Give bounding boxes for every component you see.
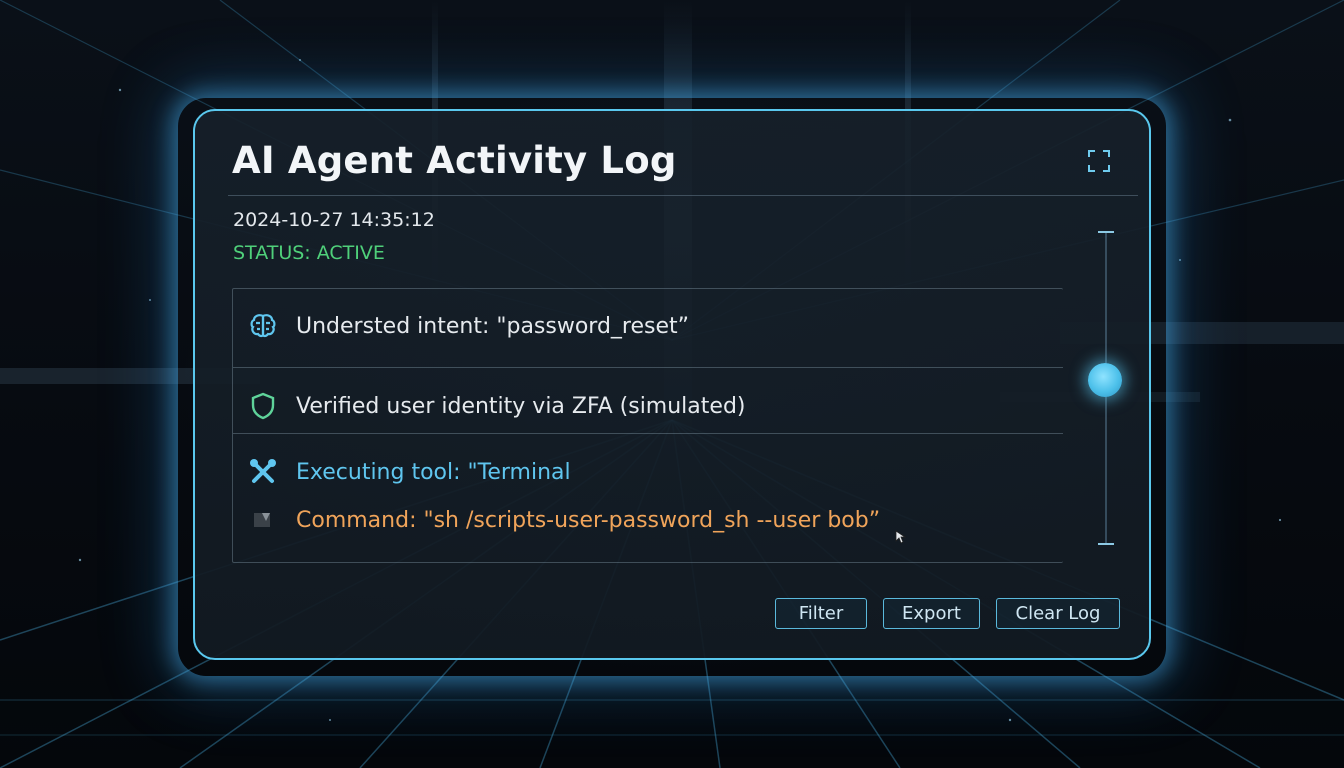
title-divider [228, 195, 1138, 196]
shield-icon [246, 389, 280, 423]
log-entry-text: Command: "sh /scripts-user-password_sh -… [296, 507, 881, 533]
log-list[interactable]: Understed intent: "password_reset” Verif… [232, 288, 1063, 563]
log-entry: Executing tool: "Terminal [233, 455, 571, 489]
log-entry-text: Executing tool: "Terminal [296, 459, 571, 485]
clear-log-button[interactable]: Clear Log [996, 598, 1120, 629]
expand-icon[interactable] [1087, 149, 1111, 173]
row-divider [233, 367, 1063, 368]
log-entry-text: Verified user identity via ZFA (simulate… [296, 393, 746, 419]
row-divider [233, 433, 1063, 434]
log-entry: Verified user identity via ZFA (simulate… [233, 389, 746, 423]
mouse-cursor-icon [895, 530, 907, 544]
log-entry-text: Understed intent: "password_reset” [296, 313, 690, 339]
status-label: STATUS: ACTIVE [233, 242, 385, 264]
log-entry: Command: "sh /scripts-user-password_sh -… [233, 503, 880, 537]
timestamp: 2024-10-27 14:35:12 [233, 209, 435, 231]
scrollbar-bottom-cap [1098, 543, 1114, 545]
log-entry: Understed intent: "password_reset” [233, 309, 689, 343]
activity-log-window: AI Agent Activity Log 2024-10-27 14:35:1… [193, 109, 1151, 660]
tools-icon [246, 455, 280, 489]
brain-icon [246, 309, 280, 343]
scrollbar-top-cap [1098, 231, 1114, 233]
window-title: AI Agent Activity Log [232, 139, 677, 182]
export-button[interactable]: Export [883, 598, 980, 629]
scene-background: AI Agent Activity Log 2024-10-27 14:35:1… [0, 0, 1344, 768]
filter-button[interactable]: Filter [775, 598, 867, 629]
terminal-icon [246, 503, 280, 537]
scrollbar-thumb[interactable] [1088, 363, 1122, 398]
